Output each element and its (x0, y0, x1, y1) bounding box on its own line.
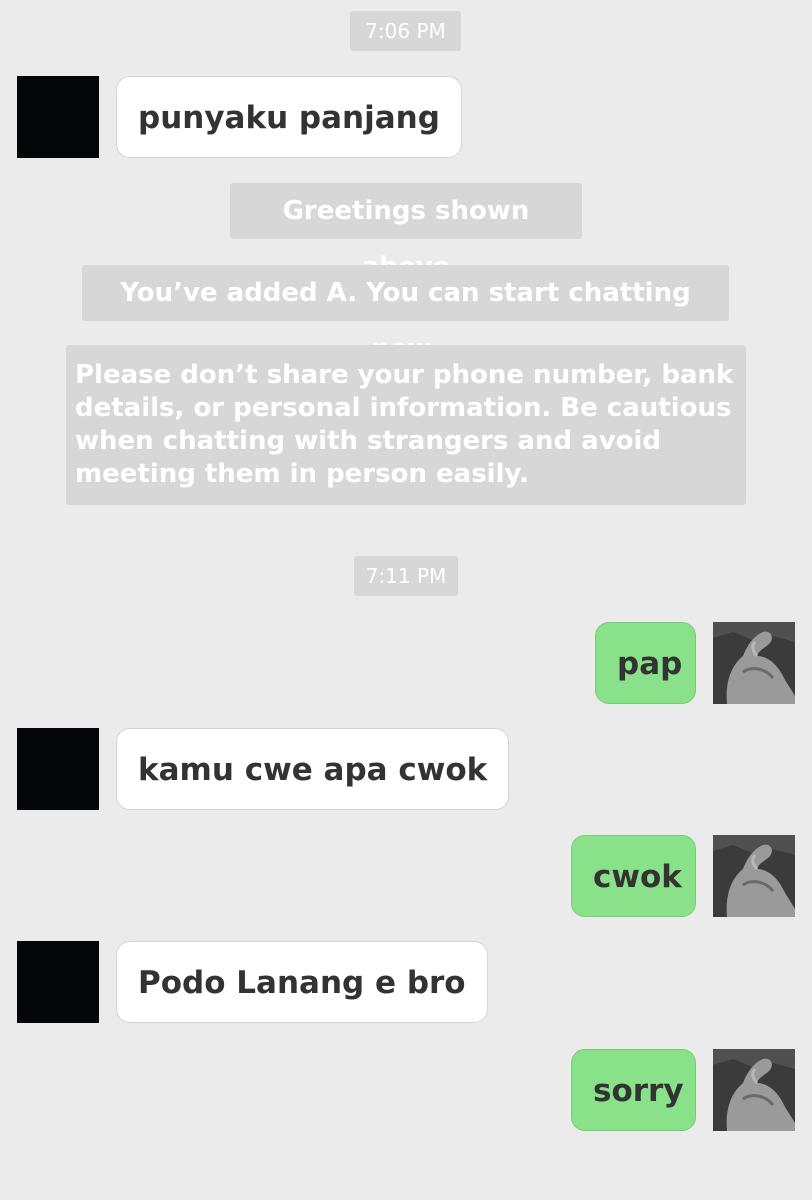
incoming-message-bubble[interactable]: punyaku panjang (116, 76, 462, 158)
flexed-arm-icon (713, 1049, 795, 1131)
flexed-arm-icon (713, 835, 795, 917)
timestamp-label: 7:06 PM (350, 11, 461, 51)
contact-added-notice: You’ve added A. You can start chatting n… (82, 265, 729, 364)
contact-avatar[interactable] (17, 728, 99, 810)
my-avatar[interactable] (713, 1049, 795, 1131)
greetings-notice: Greetings shown above (230, 183, 582, 282)
safety-warning-notice: Please don’t share your phone number, ba… (66, 345, 746, 505)
my-avatar[interactable] (713, 622, 795, 704)
my-avatar[interactable] (713, 835, 795, 917)
chat-view: 7:06 PM punyaku panjang Greetings shown … (0, 0, 812, 1200)
safety-warning-line: when chatting with strangers and avoid (75, 426, 662, 456)
outgoing-message-bubble[interactable]: pap (595, 622, 696, 704)
contact-avatar[interactable] (17, 941, 99, 1023)
safety-warning-line: meeting them in person easily. (75, 459, 529, 489)
outgoing-message-bubble[interactable]: sorry (571, 1049, 696, 1131)
incoming-message-bubble[interactable]: kamu cwe apa cwok (116, 728, 510, 810)
incoming-message-bubble[interactable]: Podo Lanang e bro (116, 941, 488, 1023)
contact-avatar[interactable] (17, 76, 99, 158)
timestamp-label: 7:11 PM (354, 556, 458, 596)
safety-warning-line: Please don’t share your phone number, ba… (75, 360, 734, 390)
safety-warning-line: details, or personal information. Be cau… (75, 393, 732, 423)
outgoing-message-bubble[interactable]: cwok (571, 835, 696, 917)
flexed-arm-icon (713, 622, 795, 704)
